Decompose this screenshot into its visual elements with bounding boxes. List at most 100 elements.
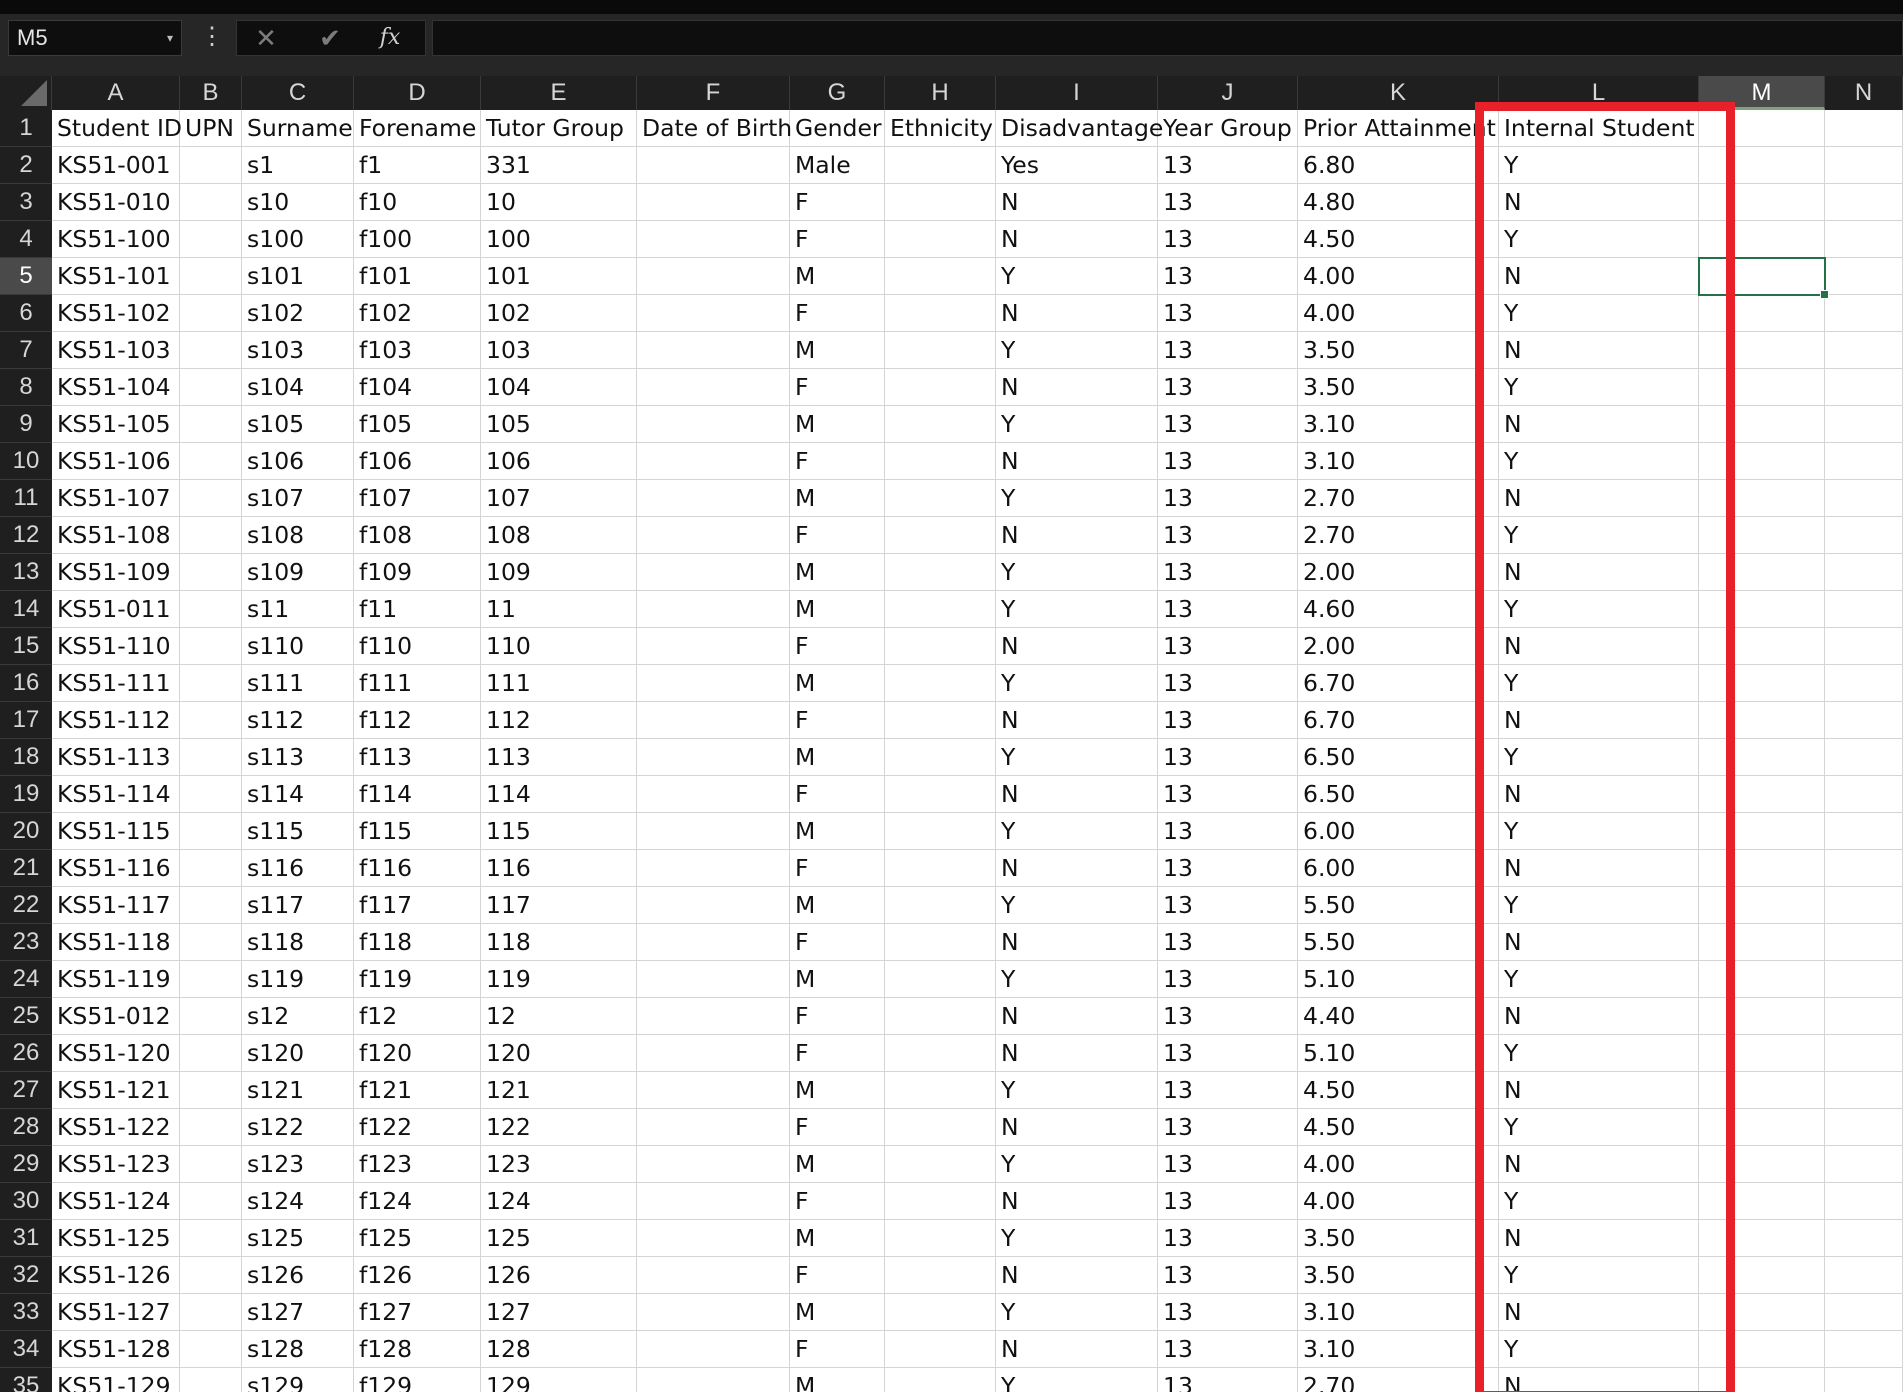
cell-h26[interactable] xyxy=(885,1035,996,1072)
cell-e11[interactable]: 107 xyxy=(481,480,637,517)
cell-i14[interactable]: Y xyxy=(996,591,1158,628)
cell-a19[interactable]: KS51-114 xyxy=(52,776,180,813)
cell-n30[interactable] xyxy=(1825,1183,1903,1220)
cell-a22[interactable]: KS51-117 xyxy=(52,887,180,924)
cell-c35[interactable]: s129 xyxy=(242,1368,354,1392)
cell-l27[interactable]: N xyxy=(1499,1072,1699,1109)
cell-n2[interactable] xyxy=(1825,147,1903,184)
cell-m23[interactable] xyxy=(1699,924,1825,961)
cell-c8[interactable]: s104 xyxy=(242,369,354,406)
cell-i35[interactable]: Y xyxy=(996,1368,1158,1392)
row-header-27[interactable]: 27 xyxy=(0,1072,52,1109)
cell-k25[interactable]: 4.40 xyxy=(1298,998,1499,1035)
cell-f32[interactable] xyxy=(637,1257,790,1294)
cell-l32[interactable]: Y xyxy=(1499,1257,1699,1294)
row-header-19[interactable]: 19 xyxy=(0,776,52,813)
cell-j2[interactable]: 13 xyxy=(1158,147,1298,184)
cell-f11[interactable] xyxy=(637,480,790,517)
cell-g2[interactable]: Male xyxy=(790,147,885,184)
cancel-icon[interactable]: ✕ xyxy=(241,21,291,55)
cell-d30[interactable]: f124 xyxy=(354,1183,481,1220)
cell-g31[interactable]: M xyxy=(790,1220,885,1257)
cell-i27[interactable]: Y xyxy=(996,1072,1158,1109)
cell-n1[interactable] xyxy=(1825,110,1903,147)
row-header-8[interactable]: 8 xyxy=(0,369,52,406)
cell-e20[interactable]: 115 xyxy=(481,813,637,850)
cell-k6[interactable]: 4.00 xyxy=(1298,295,1499,332)
cell-j12[interactable]: 13 xyxy=(1158,517,1298,554)
cell-h19[interactable] xyxy=(885,776,996,813)
cell-g12[interactable]: F xyxy=(790,517,885,554)
cell-i4[interactable]: N xyxy=(996,221,1158,258)
row-header-28[interactable]: 28 xyxy=(0,1109,52,1146)
cell-d5[interactable]: f101 xyxy=(354,258,481,295)
cell-b34[interactable] xyxy=(180,1331,242,1368)
row-header-13[interactable]: 13 xyxy=(0,554,52,591)
cell-m13[interactable] xyxy=(1699,554,1825,591)
cell-j6[interactable]: 13 xyxy=(1158,295,1298,332)
row-header-20[interactable]: 20 xyxy=(0,813,52,850)
cell-i34[interactable]: N xyxy=(996,1331,1158,1368)
cell-i3[interactable]: N xyxy=(996,184,1158,221)
cell-m35[interactable] xyxy=(1699,1368,1825,1392)
cell-b20[interactable] xyxy=(180,813,242,850)
cell-m10[interactable] xyxy=(1699,443,1825,480)
column-header-f[interactable]: F xyxy=(637,76,790,110)
cell-g3[interactable]: F xyxy=(790,184,885,221)
cell-k20[interactable]: 6.00 xyxy=(1298,813,1499,850)
cell-k26[interactable]: 5.10 xyxy=(1298,1035,1499,1072)
cell-h25[interactable] xyxy=(885,998,996,1035)
cell-j9[interactable]: 13 xyxy=(1158,406,1298,443)
cell-k4[interactable]: 4.50 xyxy=(1298,221,1499,258)
cell-g29[interactable]: M xyxy=(790,1146,885,1183)
cell-i24[interactable]: Y xyxy=(996,961,1158,998)
cell-h17[interactable] xyxy=(885,702,996,739)
cell-k17[interactable]: 6.70 xyxy=(1298,702,1499,739)
cell-j35[interactable]: 13 xyxy=(1158,1368,1298,1392)
cell-g28[interactable]: F xyxy=(790,1109,885,1146)
cell-h22[interactable] xyxy=(885,887,996,924)
cell-n6[interactable] xyxy=(1825,295,1903,332)
cell-e35[interactable]: 129 xyxy=(481,1368,637,1392)
cell-n8[interactable] xyxy=(1825,369,1903,406)
cell-e28[interactable]: 122 xyxy=(481,1109,637,1146)
cell-l18[interactable]: Y xyxy=(1499,739,1699,776)
cell-c34[interactable]: s128 xyxy=(242,1331,354,1368)
cell-h9[interactable] xyxy=(885,406,996,443)
cell-c27[interactable]: s121 xyxy=(242,1072,354,1109)
cell-h4[interactable] xyxy=(885,221,996,258)
cell-k2[interactable]: 6.80 xyxy=(1298,147,1499,184)
cell-m16[interactable] xyxy=(1699,665,1825,702)
cell-c6[interactable]: s102 xyxy=(242,295,354,332)
cell-h21[interactable] xyxy=(885,850,996,887)
cell-j34[interactable]: 13 xyxy=(1158,1331,1298,1368)
cell-a14[interactable]: KS51-011 xyxy=(52,591,180,628)
cell-c2[interactable]: s1 xyxy=(242,147,354,184)
cell-b15[interactable] xyxy=(180,628,242,665)
cell-n26[interactable] xyxy=(1825,1035,1903,1072)
cell-c30[interactable]: s124 xyxy=(242,1183,354,1220)
cell-a27[interactable]: KS51-121 xyxy=(52,1072,180,1109)
cell-m34[interactable] xyxy=(1699,1331,1825,1368)
cell-m14[interactable] xyxy=(1699,591,1825,628)
cell-b17[interactable] xyxy=(180,702,242,739)
cell-k33[interactable]: 3.10 xyxy=(1298,1294,1499,1331)
cell-i28[interactable]: N xyxy=(996,1109,1158,1146)
cell-m24[interactable] xyxy=(1699,961,1825,998)
cell-k23[interactable]: 5.50 xyxy=(1298,924,1499,961)
row-header-12[interactable]: 12 xyxy=(0,517,52,554)
cell-l11[interactable]: N xyxy=(1499,480,1699,517)
cell-l7[interactable]: N xyxy=(1499,332,1699,369)
cell-b9[interactable] xyxy=(180,406,242,443)
cell-a7[interactable]: KS51-103 xyxy=(52,332,180,369)
cell-f21[interactable] xyxy=(637,850,790,887)
cell-d33[interactable]: f127 xyxy=(354,1294,481,1331)
cell-l26[interactable]: Y xyxy=(1499,1035,1699,1072)
column-header-g[interactable]: G xyxy=(790,76,885,110)
cell-f10[interactable] xyxy=(637,443,790,480)
cell-d15[interactable]: f110 xyxy=(354,628,481,665)
cell-h27[interactable] xyxy=(885,1072,996,1109)
cell-e3[interactable]: 10 xyxy=(481,184,637,221)
cell-d31[interactable]: f125 xyxy=(354,1220,481,1257)
cell-h14[interactable] xyxy=(885,591,996,628)
